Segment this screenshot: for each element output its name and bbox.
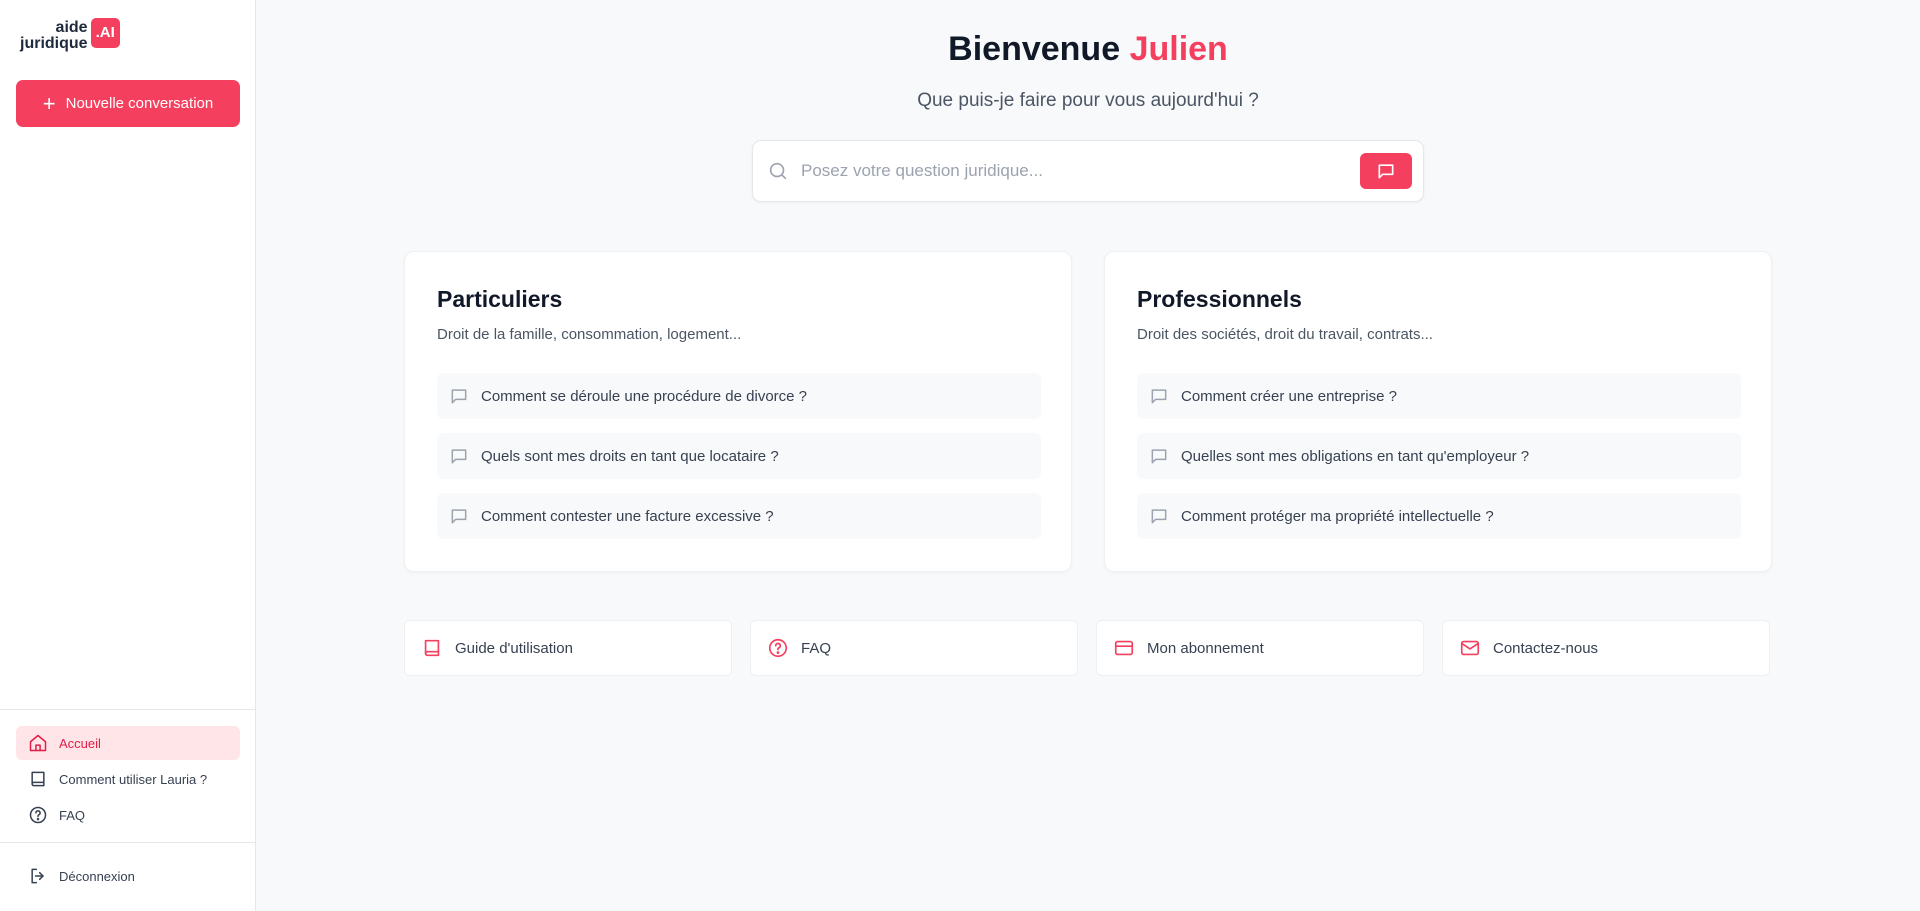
sidebar-item-label: FAQ xyxy=(59,807,86,823)
link-label: Mon abonnement xyxy=(1147,639,1264,657)
credit-card-icon xyxy=(1114,640,1134,656)
page-subtitle: Que puis-je faire pour vous aujourd'hui … xyxy=(917,90,1259,111)
sidebar-divider xyxy=(0,842,256,843)
main-content: Bienvenue Julien Que puis-je faire pour … xyxy=(256,0,1920,911)
message-icon xyxy=(1378,164,1394,179)
help-circle-icon xyxy=(29,806,47,824)
card-title: Professionnels xyxy=(1137,286,1302,312)
link-label: Contactez-nous xyxy=(1493,639,1599,657)
greeting-text: Bienvenue xyxy=(948,30,1121,68)
question-text: Comment contester une facture excessive … xyxy=(481,507,774,525)
user-name: Julien xyxy=(1129,30,1228,68)
sidebar: aide juridique .AI + Nouvelle conversati… xyxy=(0,0,256,911)
new-conversation-label: Nouvelle conversation xyxy=(65,95,214,112)
brand-wordmark: aide juridique xyxy=(20,20,88,52)
message-icon xyxy=(1151,449,1167,464)
logout-label: Déconnexion xyxy=(59,868,135,884)
logout-icon xyxy=(31,868,44,884)
message-icon xyxy=(451,509,467,524)
send-button[interactable] xyxy=(1360,153,1412,189)
suggested-question[interactable]: Quelles sont mes obligations en tant qu'… xyxy=(1137,433,1741,479)
plus-icon: + xyxy=(42,90,56,116)
link-subscription[interactable]: Mon abonnement xyxy=(1096,620,1424,676)
book-icon xyxy=(31,771,45,787)
card-particuliers: Particuliers Droit de la famille, consom… xyxy=(404,251,1072,572)
question-text: Quels sont mes droits en tant que locata… xyxy=(481,447,779,465)
help-circle-icon xyxy=(768,638,788,658)
mail-icon xyxy=(1460,640,1480,656)
card-professionnels: Professionnels Droit des sociétés, droit… xyxy=(1104,251,1772,572)
link-guide[interactable]: Guide d'utilisation xyxy=(404,620,732,676)
sidebar-item-label: Comment utiliser Lauria ? xyxy=(59,771,208,787)
suggested-question[interactable]: Comment se déroule une procédure de divo… xyxy=(437,373,1041,419)
logout-button[interactable]: Déconnexion xyxy=(16,859,240,893)
sidebar-divider xyxy=(0,709,256,710)
link-label: Guide d'utilisation xyxy=(455,639,573,657)
question-text: Comment se déroule une procédure de divo… xyxy=(481,387,808,405)
message-icon xyxy=(451,449,467,464)
card-description: Droit des sociétés, droit du travail, co… xyxy=(1137,326,1433,343)
question-text: Quelles sont mes obligations en tant qu'… xyxy=(1181,447,1530,465)
suggested-question[interactable]: Comment protéger ma propriété intellectu… xyxy=(1137,493,1741,539)
home-icon xyxy=(29,734,47,752)
question-text: Comment créer une entreprise ? xyxy=(1181,387,1397,405)
link-label: FAQ xyxy=(801,639,832,657)
link-contact[interactable]: Contactez-nous xyxy=(1442,620,1770,676)
brand-badge: .AI xyxy=(90,18,120,48)
card-title: Particuliers xyxy=(437,286,563,312)
card-description: Droit de la famille, consommation, logem… xyxy=(437,326,742,343)
sidebar-item-faq[interactable]: FAQ xyxy=(16,798,240,832)
question-text: Comment protéger ma propriété intellectu… xyxy=(1181,507,1494,525)
message-icon xyxy=(1151,389,1167,404)
link-faq[interactable]: FAQ xyxy=(750,620,1078,676)
suggested-question[interactable]: Comment contester une facture excessive … xyxy=(437,493,1041,539)
search-icon xyxy=(769,162,787,180)
new-conversation-button[interactable]: + Nouvelle conversation xyxy=(16,80,240,127)
brand-line2: juridique xyxy=(20,35,88,52)
sidebar-item-label: Accueil xyxy=(59,735,101,751)
message-icon xyxy=(451,389,467,404)
suggested-question[interactable]: Comment créer une entreprise ? xyxy=(1137,373,1741,419)
search-input[interactable] xyxy=(801,161,1360,181)
book-icon xyxy=(424,639,440,657)
sidebar-item-accueil[interactable]: Accueil xyxy=(16,726,240,760)
brand-line1: aide xyxy=(55,19,88,36)
page-title: Bienvenue Julien xyxy=(256,30,1920,69)
message-icon xyxy=(1151,509,1167,524)
suggested-question[interactable]: Quels sont mes droits en tant que locata… xyxy=(437,433,1041,479)
brand-logo[interactable]: aide juridique .AI xyxy=(20,18,120,54)
sidebar-item-guide[interactable]: Comment utiliser Lauria ? xyxy=(16,762,240,796)
search-bar xyxy=(752,140,1424,202)
